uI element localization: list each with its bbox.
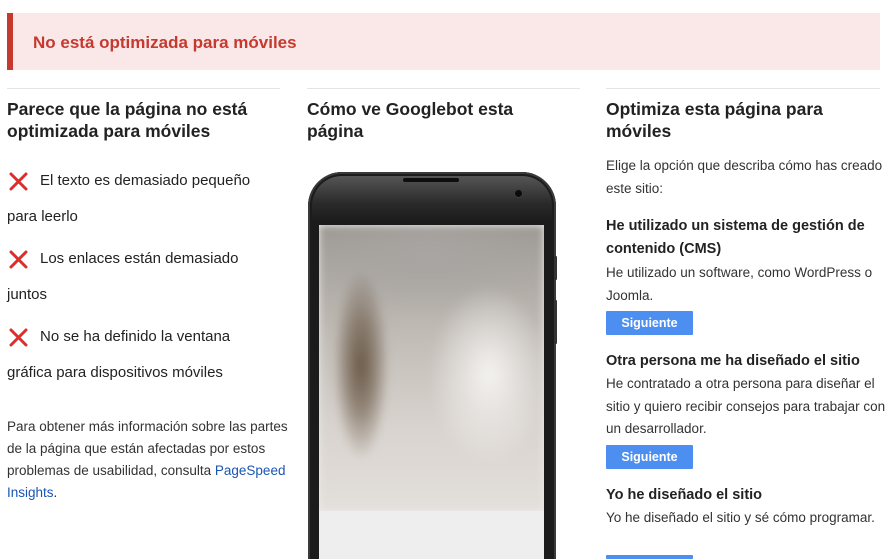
next-button-cms[interactable]: Siguiente bbox=[606, 311, 693, 335]
issue-text: El texto es demasiado pequeño bbox=[40, 172, 251, 189]
x-icon bbox=[9, 250, 28, 269]
more-info-end: . bbox=[53, 485, 58, 500]
divider bbox=[7, 88, 280, 89]
divider bbox=[606, 88, 880, 89]
right-heading: Optimiza esta página para móviles bbox=[606, 99, 823, 141]
blurred-page-content bbox=[319, 225, 544, 511]
option-title-designer: Otra persona me ha diseñado el sitio bbox=[606, 353, 860, 369]
screen-blank-area bbox=[319, 511, 544, 559]
option-desc-designer: He contratado a otra persona para diseña… bbox=[606, 376, 886, 436]
page-render-screenshot bbox=[319, 225, 544, 559]
x-icon bbox=[9, 172, 28, 191]
more-info-text: Para obtener más información sobre las p… bbox=[7, 416, 292, 504]
left-heading: Parece que la página no está optimizada … bbox=[7, 99, 248, 141]
issue-text: Los enlaces están demasiado bbox=[40, 250, 239, 267]
divider bbox=[307, 88, 580, 89]
issue-text-cont: gráfica para dispositivos móviles bbox=[7, 364, 223, 381]
mobile-friendly-test-result: No está optimizada para móviles Parece q… bbox=[0, 0, 892, 559]
option-title-self: Yo he diseñado el sitio bbox=[606, 487, 763, 503]
intro-text: Elige la opción que describa cómo has cr… bbox=[606, 158, 883, 196]
option-desc-cms: He utilizado un software, como WordPress… bbox=[606, 265, 873, 303]
phone-camera bbox=[514, 189, 523, 198]
phone-side-button bbox=[554, 256, 557, 280]
phone-speaker bbox=[403, 178, 459, 182]
error-banner: No está optimizada para móviles bbox=[7, 13, 880, 70]
option-desc-self: Yo he diseñado el sitio y sé cómo progra… bbox=[606, 510, 875, 525]
issue-text-cont: juntos bbox=[7, 286, 48, 303]
middle-heading: Cómo ve Googlebot esta página bbox=[307, 99, 514, 141]
next-button-self-partial[interactable] bbox=[606, 555, 693, 559]
banner-title: No está optimizada para móviles bbox=[33, 33, 297, 52]
phone-preview bbox=[308, 172, 557, 559]
next-button-designer[interactable]: Siguiente bbox=[606, 445, 693, 469]
issue-text-cont: para leerlo bbox=[7, 208, 78, 225]
x-icon bbox=[9, 328, 28, 347]
phone-side-button bbox=[554, 300, 557, 344]
phone-bezel bbox=[312, 176, 552, 222]
option-title-cms: He utilizado un sistema de gestión de co… bbox=[606, 218, 865, 257]
issue-text: No se ha definido la ventana bbox=[40, 328, 231, 345]
